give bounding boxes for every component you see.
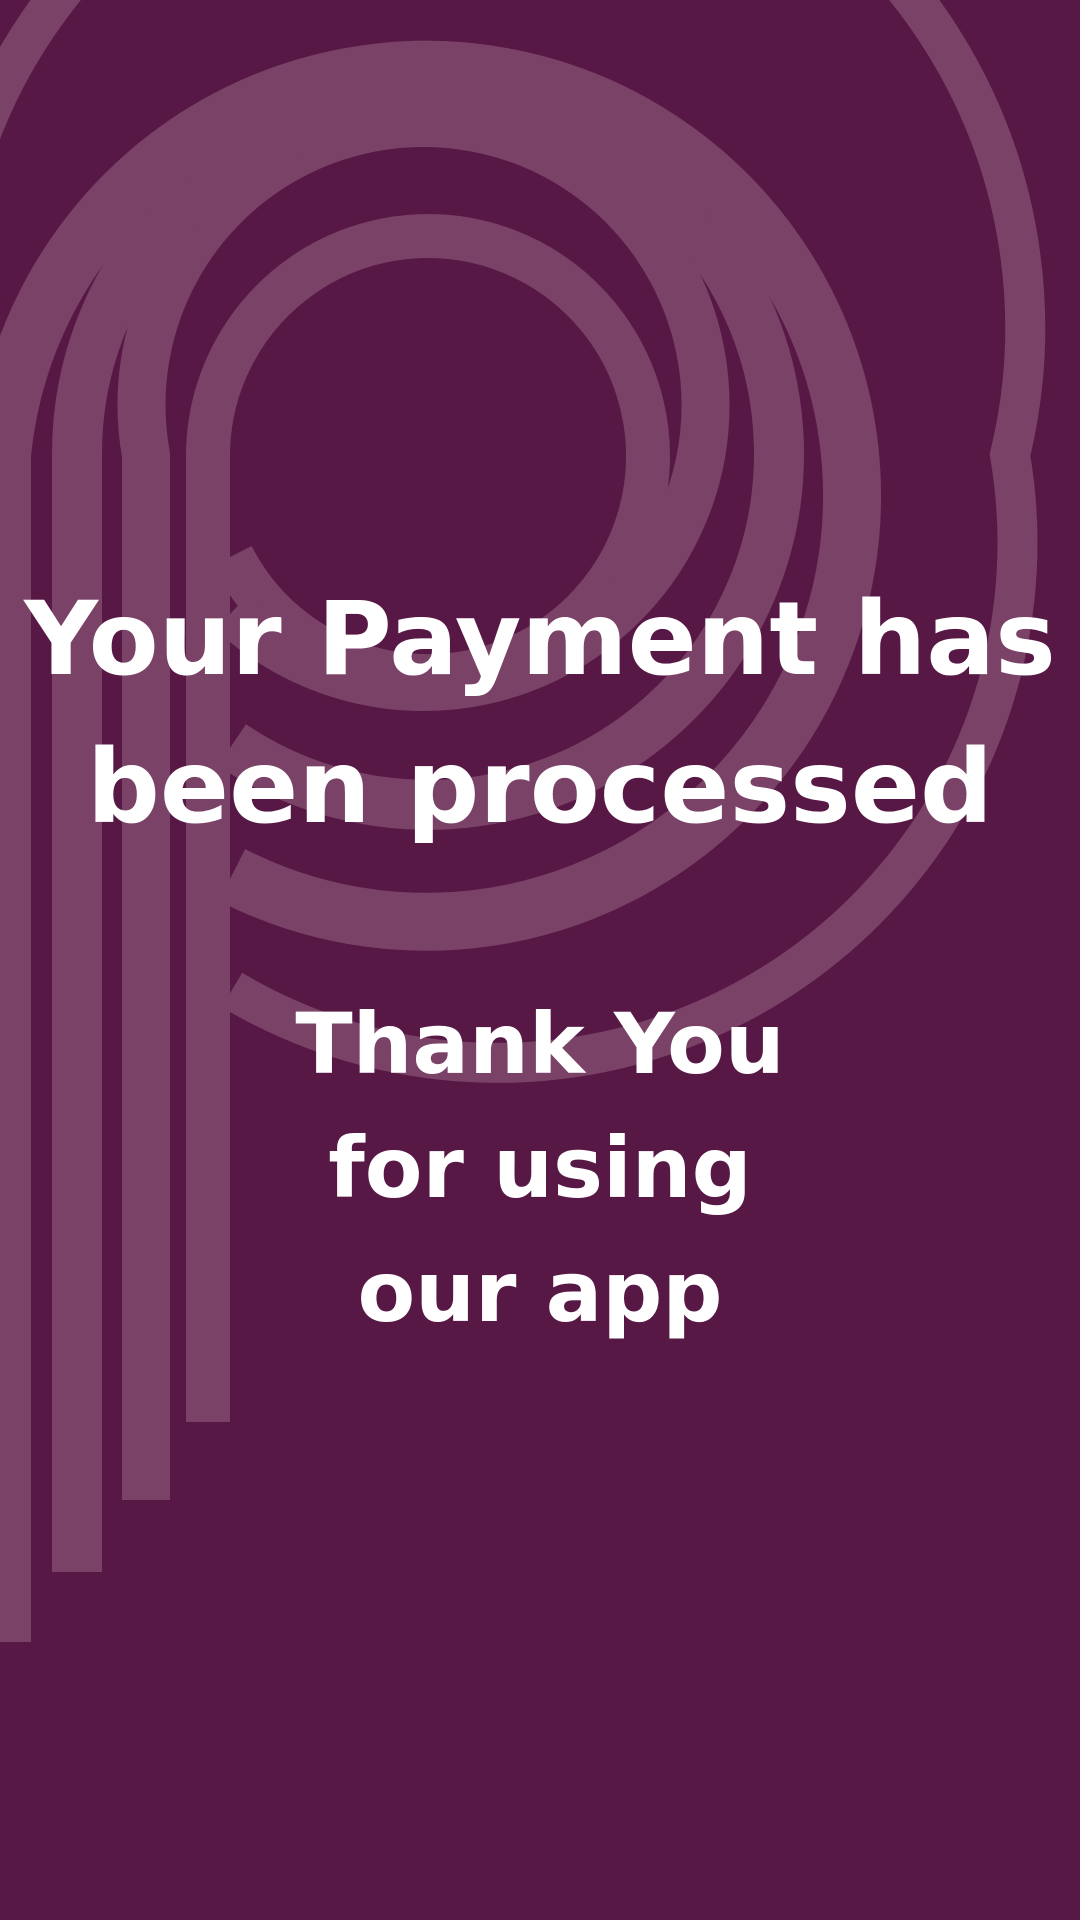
payment-status-heading-line2: been processed [86,728,994,847]
payment-confirmation-screen: Your Payment has been processed Thank Yo… [0,0,1080,1920]
thank-you-subtext-line1: for using [328,1119,752,1217]
payment-status-heading-line1: Your Payment has [24,580,1056,699]
thank-you-subtext-line2: our app [357,1243,723,1341]
thank-you-text: Thank You [295,995,785,1093]
